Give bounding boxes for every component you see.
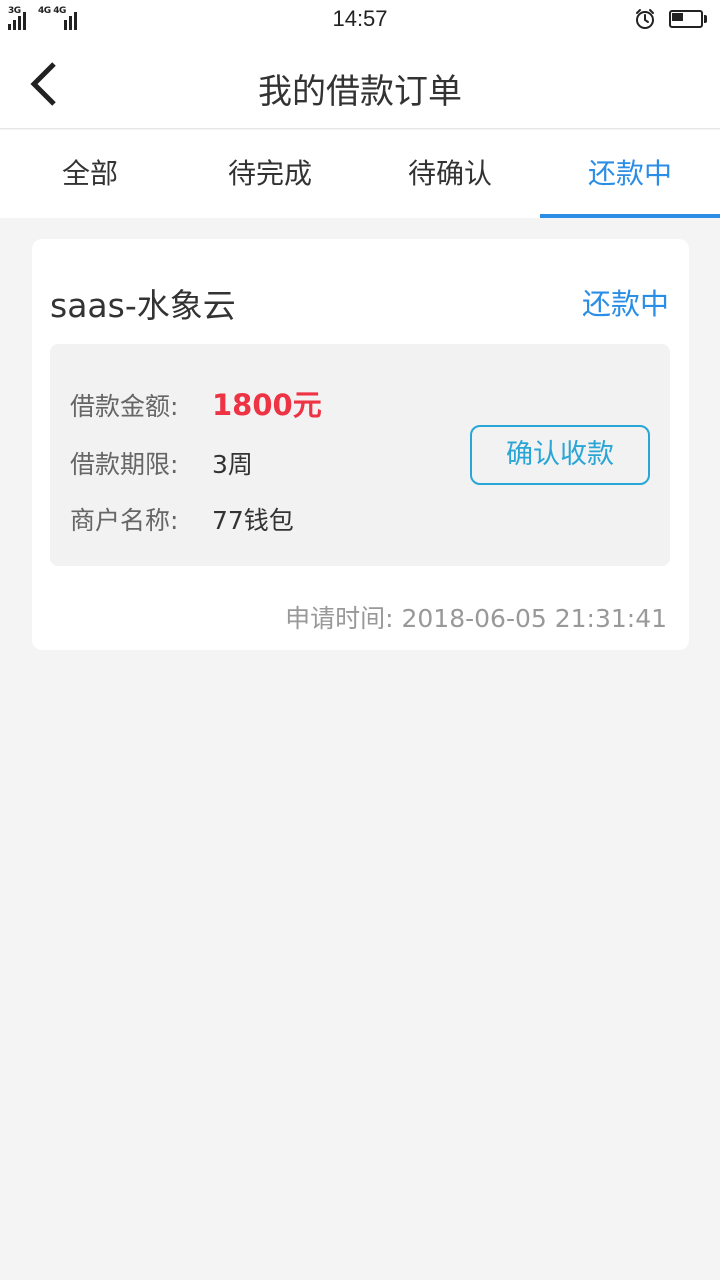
order-product-name: saas-水象云 <box>50 286 236 325</box>
order-details: 借款金额: 1800元 借款期限: 3周 商户名称: 77钱包 确认收款 <box>50 344 670 566</box>
merchant-label: 商户名称: <box>70 506 179 535</box>
status-bar: 3G 4G 4G 14:57 <box>0 0 720 40</box>
term-value: 3周 <box>212 450 253 479</box>
amount-value: 1800元 <box>212 388 322 422</box>
header: 我的借款订单 <box>0 40 720 129</box>
term-row: 借款期限: 3周 <box>70 445 253 481</box>
tab-pending-complete[interactable]: 待完成 <box>180 130 360 218</box>
order-card[interactable]: saas-水象云 还款中 借款金额: 1800元 借款期限: 3周 商户名称: 77钱… <box>32 239 689 650</box>
tab-pending-confirm[interactable]: 待确认 <box>360 130 540 218</box>
apply-time-label: 申请时间: <box>285 604 394 633</box>
amount-row: 借款金额: 1800元 <box>70 382 322 424</box>
battery-icon <box>669 10 709 28</box>
order-status: 还款中 <box>581 287 669 321</box>
apply-time-value: 2018-06-05 21:31:41 <box>401 604 667 633</box>
amount-label: 借款金额: <box>70 392 179 421</box>
merchant-value: 77钱包 <box>212 506 294 535</box>
merchant-row: 商户名称: 77钱包 <box>70 501 294 537</box>
clock: 14:57 <box>332 6 388 31</box>
battery-fill <box>672 13 683 21</box>
apply-time: 申请时间: 2018-06-05 21:31:41 <box>285 599 667 635</box>
term-label: 借款期限: <box>70 450 179 479</box>
tab-repaying[interactable]: 还款中 <box>540 130 720 218</box>
page-title: 我的借款订单 <box>258 72 462 112</box>
confirm-receipt-button[interactable]: 确认收款 <box>470 425 650 485</box>
tab-all[interactable]: 全部 <box>0 130 180 218</box>
tab-bar: 全部 待完成 待确认 还款中 <box>0 130 720 218</box>
alarm-clock-icon <box>636 9 654 29</box>
